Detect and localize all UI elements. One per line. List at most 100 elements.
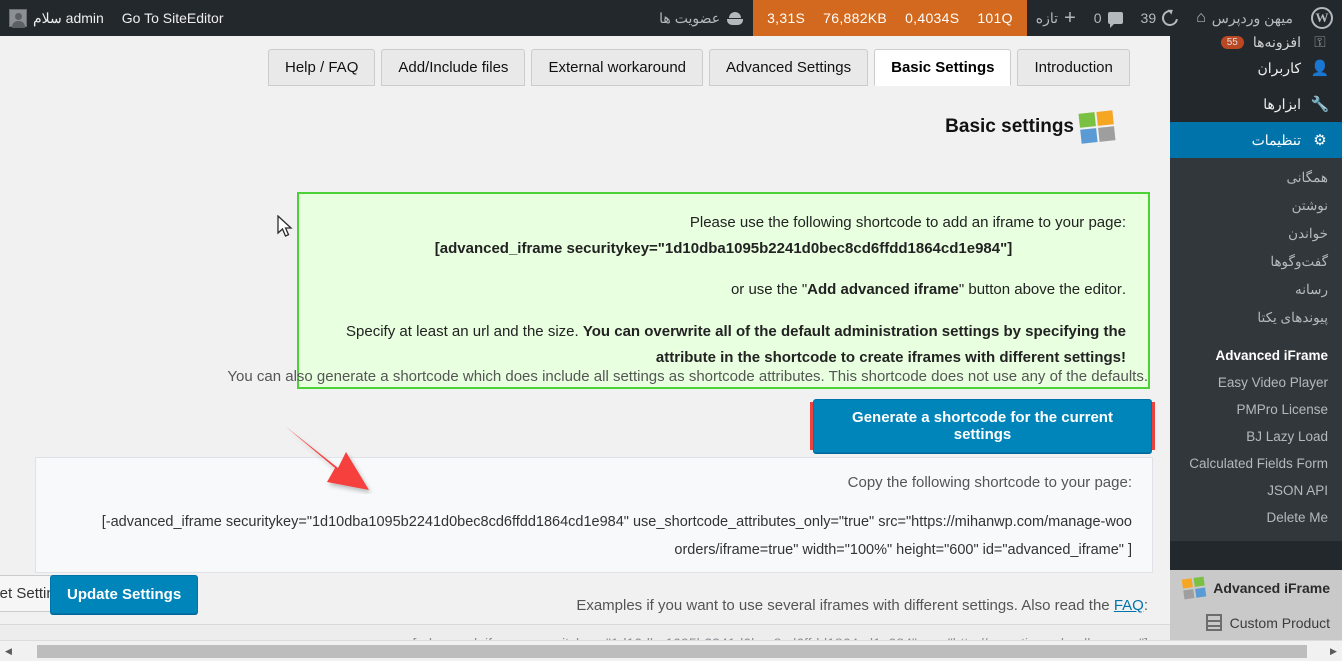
comments-count: 0 <box>1093 10 1102 26</box>
admin-bar-left: سلام admin Go To SiteEditor <box>0 0 232 36</box>
sidebar-item-label: کاربران <box>1257 59 1301 76</box>
home-icon: ⌂ <box>1196 9 1206 26</box>
go-to-siteeditor-link[interactable]: Go To SiteEditor <box>113 0 233 36</box>
generated-shortcode-line-2[interactable]: [ "orders/iframe=true" width="100%" heig… <box>56 537 1132 565</box>
generated-shortcode-line-1[interactable]: advanced_iframe securitykey="1d10dba1095… <box>56 509 1132 537</box>
generate-shortcode-button[interactable]: Generate a shortcode for the current set… <box>813 399 1152 453</box>
sidebar-item-plugins[interactable]: ⚿ افزونه‌ها 55 <box>1170 36 1342 50</box>
updates-menu[interactable]: 39 <box>1132 0 1188 36</box>
perf-query-time: 0,4034S <box>905 10 960 26</box>
tab-help-faq[interactable]: Help / FAQ <box>268 49 376 86</box>
notice-shortcode: ["advanced_iframe securitykey="1d10dba10… <box>434 240 1013 258</box>
sidebar-item-settings[interactable]: ⚙ تنظیمات <box>1170 122 1342 158</box>
sidebar-item-label: تنظیمات <box>1251 131 1301 148</box>
notice-line-4-normal: Specify at least an url and the size. <box>346 322 583 340</box>
submenu-item-writing[interactable]: نوشتن <box>1170 192 1342 220</box>
submenu-item-calculated-fields-form[interactable]: Calculated Fields Form <box>1170 450 1342 477</box>
admin-bar-right: عضویت ها 3,31S 76,882KB 0,4034S 101Q تاز… <box>650 0 1342 36</box>
page-title-row: Basic settings <box>0 110 1142 144</box>
plus-icon: + <box>1064 7 1076 29</box>
scroll-right-arrow[interactable]: ▶ <box>1325 641 1342 661</box>
members-label: عضویت ها <box>659 9 721 26</box>
admin-bar-account[interactable]: سلام admin <box>0 0 113 36</box>
wp-logo-menu[interactable]: W <box>1302 0 1342 36</box>
settings-tabs: Help / FAQ Add/Include files External wo… <box>268 49 1130 86</box>
generate-button-annotation: Generate a shortcode for the current set… <box>810 399 1155 453</box>
settings-submenu: همگانی نوشتن خواندن گفت‌وگوها رسانه پیون… <box>1170 158 1342 541</box>
update-settings-button[interactable]: Update Settings <box>50 575 199 614</box>
footer-actions: Reset Settings Update Settings <box>0 575 1170 619</box>
wrench-icon: 🔧 <box>1310 96 1330 113</box>
sidebar-item-users[interactable]: 👤 کاربران <box>1170 50 1342 86</box>
tab-external-workaround[interactable]: External workaround <box>531 49 704 86</box>
plugins-update-badge: 55 <box>1220 36 1244 49</box>
shortcode-notice: :Please use the following shortcode to a… <box>297 192 1150 390</box>
strip-item-label: Advanced iFrame <box>1213 580 1330 596</box>
page-title: Basic settings <box>945 116 1074 137</box>
annotation-arrow <box>285 426 369 490</box>
submenu-item-json-api[interactable]: JSON API <box>1170 477 1342 504</box>
comments-menu[interactable]: 0 <box>1085 0 1132 36</box>
updates-count: 39 <box>1140 10 1157 26</box>
siteeditor-label: Go To SiteEditor <box>121 10 224 26</box>
tiles-icon <box>1078 110 1116 144</box>
submenu-item-reading[interactable]: خواندن <box>1170 220 1342 248</box>
screen: سلام admin Go To SiteEditor عضویت ها 3,3… <box>0 0 1342 661</box>
horizontal-scrollbar[interactable]: ◀ ▶ <box>0 640 1342 661</box>
new-label: تازه <box>1035 9 1059 26</box>
greeting-label: سلام admin <box>33 9 104 26</box>
sidebar-item-label: افزونه‌ها <box>1252 36 1301 50</box>
notice-line-4: Specify at least an url and the size. Yo… <box>321 319 1126 345</box>
submenu-item-discussion[interactable]: گفت‌وگوها <box>1170 248 1342 276</box>
notice-line-3-post: " button above the editor <box>958 280 1122 298</box>
submenu-item-advanced-iframe[interactable]: Advanced iFrame <box>1170 342 1342 369</box>
notice-line-3-bold: Add advanced iframe <box>807 280 959 298</box>
admin-bar: سلام admin Go To SiteEditor عضویت ها 3,3… <box>0 0 1342 36</box>
submenu-item-permalinks[interactable]: پیوندهای یکتا <box>1170 304 1342 332</box>
submenu-item-general[interactable]: همگانی <box>1170 164 1342 192</box>
tiles-icon <box>1181 576 1207 600</box>
notice-line-1: :Please use the following shortcode to a… <box>689 214 1126 231</box>
tab-introduction[interactable]: Introduction <box>1017 49 1130 86</box>
submenu-item-bj-lazy-load[interactable]: BJ Lazy Load <box>1170 423 1342 450</box>
performance-bar[interactable]: 3,31S 76,882KB 0,4034S 101Q <box>753 0 1027 36</box>
generated-shortcode-header: :Copy the following shortcode to your pa… <box>847 474 1132 491</box>
submenu-item-media[interactable]: رسانه <box>1170 276 1342 304</box>
examples-box: ["advanced_iframe securitykey="1d10dba10… <box>0 624 1170 640</box>
avatar-icon <box>9 9 27 28</box>
sidebar-item-tools[interactable]: 🔧 ابزارها <box>1170 86 1342 122</box>
tab-advanced-settings[interactable]: Advanced Settings <box>709 49 869 86</box>
example-row: ["advanced_iframe securitykey="1d10dba10… <box>0 631 1148 640</box>
perf-queries: 101Q <box>977 10 1013 26</box>
scrollbar-thumb[interactable] <box>37 644 1307 658</box>
main-content: Help / FAQ Add/Include files External wo… <box>0 36 1170 640</box>
strip-item-advanced-iframe[interactable]: Advanced iFrame <box>1170 570 1342 606</box>
perf-time: 3,31S <box>767 10 806 26</box>
new-content-menu[interactable]: تازه + <box>1027 0 1085 36</box>
comment-icon <box>1107 12 1123 28</box>
submenu-item-delete-me[interactable]: Delete Me <box>1170 504 1342 531</box>
scrollbar-track[interactable] <box>17 644 1325 658</box>
plugin-icon: ⚿ <box>1314 36 1326 50</box>
settings-sliders-icon: ⚙ <box>1313 132 1327 149</box>
admin-sidebar: ⚿ افزونه‌ها 55 👤 کاربران 🔧 ابزارها ⚙ تنظ… <box>1170 36 1342 661</box>
tab-add-include-files[interactable]: Add/Include files <box>381 49 526 86</box>
site-name-menu[interactable]: میهن وردپرس ⌂ <box>1187 0 1302 36</box>
document-icon <box>1205 614 1222 631</box>
strip-item-custom-product[interactable]: Custom Product <box>1170 606 1342 639</box>
notice-line-3: .or use the "Add advanced iframe" button… <box>321 277 1126 303</box>
defaults-description: .You can also generate a shortcode which… <box>227 368 1148 385</box>
refresh-icon <box>1158 6 1182 30</box>
users-icon <box>726 11 744 25</box>
wordpress-logo-icon: W <box>1311 7 1333 29</box>
members-menu[interactable]: عضویت ها <box>650 0 753 36</box>
submenu-item-pmpro-license[interactable]: PMPro License <box>1170 396 1342 423</box>
scroll-left-arrow[interactable]: ◀ <box>0 641 17 661</box>
user-icon: 👤 <box>1310 60 1330 77</box>
generated-shortcode-box: :Copy the following shortcode to your pa… <box>35 457 1153 573</box>
sidebar-item-label: ابزارها <box>1263 95 1301 112</box>
perf-memory: 76,882KB <box>823 10 888 26</box>
tab-basic-settings[interactable]: Basic Settings <box>874 49 1012 86</box>
mouse-cursor <box>277 215 293 237</box>
submenu-item-easy-video-player[interactable]: Easy Video Player <box>1170 369 1342 396</box>
